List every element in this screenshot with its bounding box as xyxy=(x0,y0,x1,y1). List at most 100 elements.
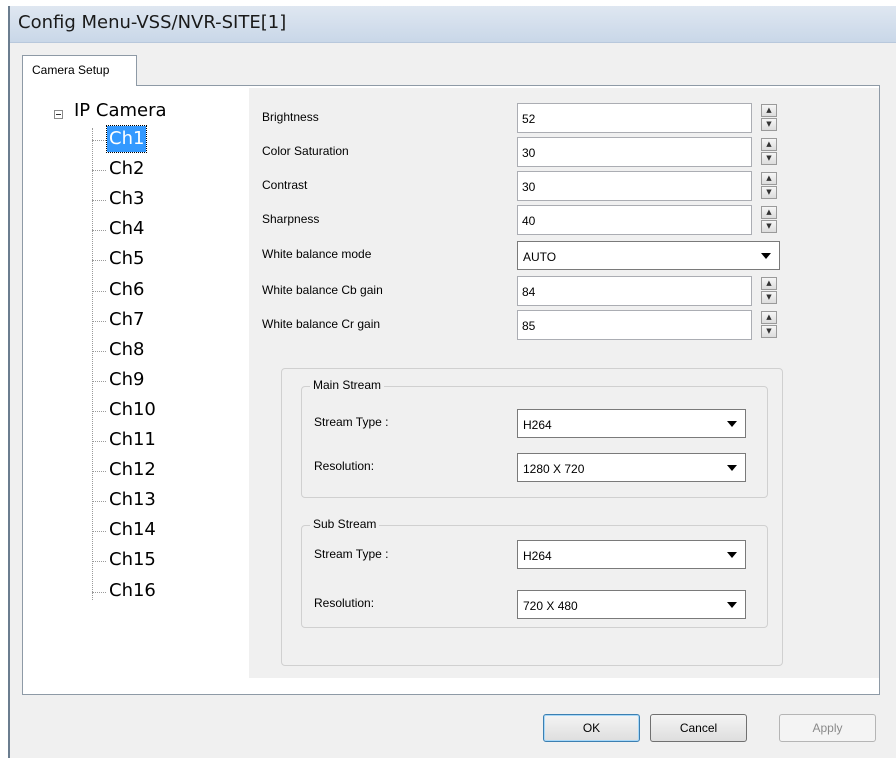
tree-item-label: Ch6 xyxy=(109,278,145,300)
chevron-down-icon xyxy=(761,253,771,259)
main-resolution-value: 1280 X 720 xyxy=(523,462,585,476)
tree-item-label: Ch12 xyxy=(109,459,156,481)
tree-item-ch10[interactable]: Ch10 xyxy=(92,397,222,423)
tree-item-ch2[interactable]: Ch2 xyxy=(92,156,222,182)
tree-item-ch12[interactable]: Ch12 xyxy=(92,457,222,483)
window-title: Config Menu-VSS/NVR-SITE[1] xyxy=(18,12,287,33)
tree-item-ch4[interactable]: Ch4 xyxy=(92,216,222,242)
tree-item-label: Ch7 xyxy=(109,308,145,330)
chevron-down-icon xyxy=(727,602,737,608)
sub-stream-type-select[interactable]: H264 xyxy=(517,540,746,569)
contrast-spinner[interactable]: ▲ ▼ xyxy=(761,172,777,200)
main-stream-type-select[interactable]: H264 xyxy=(517,409,746,438)
spin-down-icon[interactable]: ▼ xyxy=(761,220,777,233)
spin-down-icon[interactable]: ▼ xyxy=(761,118,777,131)
main-resolution-label: Resolution: xyxy=(314,459,375,473)
tree-item-ch8[interactable]: Ch8 xyxy=(92,337,222,363)
tree-branch-line xyxy=(92,410,106,412)
tree-item-ch16[interactable]: Ch16 xyxy=(92,578,222,604)
tree-item-ch6[interactable]: Ch6 xyxy=(92,277,222,303)
contrast-field[interactable]: 30 xyxy=(517,171,752,201)
white-balance-mode-label: White balance mode xyxy=(262,247,372,261)
tree-item-label: Ch8 xyxy=(109,338,145,360)
tree-item-ch9[interactable]: Ch9 xyxy=(92,367,222,393)
apply-button[interactable]: Apply xyxy=(779,714,876,742)
sharpness-value: 40 xyxy=(522,214,536,228)
tab-camera-setup-label: Camera Setup xyxy=(32,63,110,77)
spin-up-icon[interactable]: ▲ xyxy=(761,104,777,117)
white-balance-mode-select[interactable]: AUTO xyxy=(517,241,780,270)
wb-cr-gain-label: White balance Cr gain xyxy=(262,317,381,331)
chevron-down-icon xyxy=(727,465,737,471)
brightness-spinner[interactable]: ▲ ▼ xyxy=(761,104,777,132)
tree-branch-line xyxy=(92,441,106,442)
tree-item-label: Ch4 xyxy=(109,218,145,240)
spin-up-icon[interactable]: ▲ xyxy=(761,277,777,290)
tree-item-ch14[interactable]: Ch14 xyxy=(92,517,222,543)
tree-branch-line xyxy=(92,140,106,141)
wb-cr-gain-spinner[interactable]: ▲ ▼ xyxy=(761,311,777,339)
spin-down-icon[interactable]: ▼ xyxy=(761,186,777,199)
wb-cb-gain-value: 84 xyxy=(522,285,536,299)
color-saturation-spinner[interactable]: ▲ ▼ xyxy=(761,138,777,166)
spin-down-icon[interactable]: ▼ xyxy=(761,325,777,338)
tree-branch-line xyxy=(92,471,106,473)
sharpness-spinner[interactable]: ▲ ▼ xyxy=(761,206,777,234)
spin-up-icon[interactable]: ▲ xyxy=(761,138,777,151)
color-saturation-label: Color Saturation xyxy=(262,144,349,158)
cancel-button[interactable]: Cancel xyxy=(650,714,747,742)
sub-stream-title: Sub Stream xyxy=(310,517,380,531)
sub-resolution-value: 720 X 480 xyxy=(523,599,578,613)
sub-stream-type-label: Stream Type : xyxy=(314,547,389,561)
tree-branch-line xyxy=(92,531,106,533)
spin-up-icon[interactable]: ▲ xyxy=(761,206,777,219)
tree-collapse-icon[interactable] xyxy=(54,110,63,119)
tab-camera-setup[interactable]: Camera Setup xyxy=(22,55,137,86)
camera-tree: IP Camera Ch1 Ch2 Ch3 Ch4 Ch5 Ch6 Ch7 Ch8 Ch9 Ch1… xyxy=(44,98,224,618)
sharpness-label: Sharpness xyxy=(262,212,320,226)
tree-item-ch5[interactable]: Ch5 xyxy=(92,246,222,272)
tree-item-label: Ch2 xyxy=(109,158,145,180)
brightness-label: Brightness xyxy=(262,110,319,124)
title-bar[interactable]: Config Menu-VSS/NVR-SITE[1] xyxy=(8,6,896,43)
tree-item-label: Ch5 xyxy=(109,248,145,270)
tree-branch-line xyxy=(92,591,106,593)
tree-branch-line xyxy=(92,260,106,262)
sharpness-field[interactable]: 40 xyxy=(517,205,752,235)
wb-cb-gain-field[interactable]: 84 xyxy=(517,276,752,306)
tree-branch-line xyxy=(92,230,106,232)
tree-item-ch3[interactable]: Ch3 xyxy=(92,186,222,212)
tree-item-label: Ch16 xyxy=(109,579,156,601)
tree-item-ch7[interactable]: Ch7 xyxy=(92,307,222,333)
tree-item-label: Ch11 xyxy=(109,429,156,450)
spin-down-icon[interactable]: ▼ xyxy=(761,291,777,304)
brightness-field[interactable]: 52 xyxy=(517,103,752,133)
spin-up-icon[interactable]: ▲ xyxy=(761,172,777,185)
tree-item-ch11[interactable]: Ch11 xyxy=(92,427,222,453)
tree-root-ip-camera[interactable]: IP Camera xyxy=(74,100,167,121)
tree-branch-line xyxy=(92,200,106,202)
tree-item-ch13[interactable]: Ch13 xyxy=(92,487,222,513)
main-stream-type-value: H264 xyxy=(523,418,552,432)
tree-branch-line xyxy=(92,170,106,172)
sub-resolution-select[interactable]: 720 X 480 xyxy=(517,590,746,619)
spin-down-icon[interactable]: ▼ xyxy=(761,152,777,165)
tree-branch-line xyxy=(92,350,106,352)
tree-branch-line xyxy=(92,290,106,292)
wb-cr-gain-field[interactable]: 85 xyxy=(517,310,752,340)
spin-up-icon[interactable]: ▲ xyxy=(761,311,777,324)
tree-item-label: Ch10 xyxy=(109,398,156,420)
ok-button[interactable]: OK xyxy=(543,714,640,742)
tree-item-ch1[interactable]: Ch1 xyxy=(92,125,222,153)
main-resolution-select[interactable]: 1280 X 720 xyxy=(517,453,746,482)
window-left-border xyxy=(8,6,10,758)
tree-branch-line xyxy=(92,501,106,503)
wb-cb-gain-spinner[interactable]: ▲ ▼ xyxy=(761,277,777,305)
chevron-down-icon xyxy=(727,421,737,427)
tree-branch-line xyxy=(92,320,106,322)
brightness-value: 52 xyxy=(522,112,536,126)
main-stream-title: Main Stream xyxy=(310,378,385,392)
tree-item-ch15[interactable]: Ch15 xyxy=(92,547,222,573)
color-saturation-field[interactable]: 30 xyxy=(517,137,752,167)
tree-item-label: Ch14 xyxy=(109,519,156,541)
